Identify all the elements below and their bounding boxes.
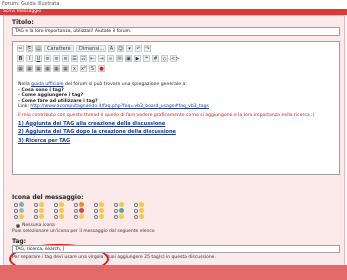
smiley-icon[interactable]: ☺ <box>117 44 124 52</box>
subscript-icon[interactable]: x <box>71 64 78 72</box>
insert-icon[interactable]: ▾ <box>126 44 133 52</box>
icon-option[interactable] <box>114 208 124 213</box>
no-icon-radio[interactable] <box>16 223 20 228</box>
code-icon[interactable]: ◇ <box>161 54 168 62</box>
icon-option[interactable] <box>54 208 64 213</box>
email-icon[interactable]: ✉ <box>116 54 123 62</box>
icon-option[interactable] <box>54 202 64 207</box>
superscript-icon[interactable]: x² <box>80 64 87 72</box>
table-col-icon[interactable]: ▦ <box>35 64 42 72</box>
breadcrumb[interactable]: Forum: Guida illustrata <box>0 0 347 9</box>
icon-option[interactable] <box>114 214 124 219</box>
icon-option[interactable] <box>54 214 64 219</box>
html-icon[interactable]: <> <box>170 54 179 62</box>
icon-option[interactable] <box>94 214 104 219</box>
guide-link[interactable]: guida ufficiale <box>31 82 63 87</box>
font-select[interactable]: Carattere <box>44 44 74 52</box>
icon-option[interactable] <box>14 208 24 213</box>
toolbar-row-1: ✂ ⎘ ▤ Carattere Dimensi... A ☺ ▾ ↶ ↷ <box>17 44 151 52</box>
undo-icon[interactable]: ↶ <box>135 44 142 52</box>
intro-text: Nella <box>18 82 32 87</box>
icon-option[interactable] <box>74 214 84 219</box>
strike-icon[interactable]: S <box>89 64 96 72</box>
cut-icon[interactable]: ✂ <box>17 44 24 52</box>
tags-input[interactable]: TAG, ricerca, search, [ <box>12 245 340 253</box>
icon-option[interactable] <box>34 214 44 219</box>
table-row-icon[interactable]: ▦ <box>26 64 33 72</box>
compose-panel: Titolo: TAG e la loro importanza, utiliz… <box>3 15 345 280</box>
align-left-icon[interactable]: ≡ <box>44 54 51 62</box>
icon-option[interactable] <box>134 202 144 207</box>
outdent-icon[interactable]: ⇤ <box>89 54 96 62</box>
icon-option[interactable] <box>14 214 24 219</box>
icon-option[interactable] <box>74 202 84 207</box>
icon-section-label: Icona del messaggio: <box>12 194 84 201</box>
icon-option[interactable] <box>94 208 104 213</box>
toolbar-row-3: ▦ ▦ ▦ ▦ ▦ ▦ x x² S ● <box>17 64 105 72</box>
icon-option[interactable] <box>134 214 144 219</box>
indent-icon[interactable]: ⇥ <box>98 54 105 62</box>
list-ordered-icon[interactable]: ☰ <box>71 54 78 62</box>
hash-icon[interactable]: # <box>152 54 159 62</box>
remove-format-icon[interactable]: ● <box>98 64 105 72</box>
no-icon-option[interactable]: Nessuna icona <box>16 223 55 228</box>
box-icon[interactable]: ▦ <box>62 64 69 72</box>
spoiler-icon[interactable]: ▦ <box>44 64 51 72</box>
paste-icon[interactable]: ▤ <box>35 44 42 52</box>
message-icon-grid <box>14 202 274 220</box>
title-label: Titolo: <box>12 19 34 26</box>
redo-icon[interactable]: ↷ <box>144 44 151 52</box>
align-center-icon[interactable]: ≡ <box>53 54 60 62</box>
icon-option[interactable] <box>74 208 84 213</box>
toolbar-row-2: B I U ≡ ≡ ≡ ☰ ☷ ⇤ ⇥ ∞ ✉ ▣ ▶ ❝ # ◇ <> <box>17 54 179 62</box>
icon-option[interactable] <box>94 202 104 207</box>
faq-link[interactable]: http://www.acomputagnando.it/faq.php?faq… <box>30 104 208 109</box>
align-right-icon[interactable]: ≡ <box>62 54 69 62</box>
editor-content[interactable]: Nella guida ufficiale del forum si può t… <box>18 82 336 144</box>
link-icon[interactable]: ∞ <box>107 54 114 62</box>
tags-label: Tag: <box>12 238 27 245</box>
link-label: Link: <box>18 104 31 110</box>
step-3-link[interactable]: 3) Ricerca per TAG <box>18 138 336 145</box>
message-editor[interactable]: ✂ ⎘ ▤ Carattere Dimensi... A ☺ ▾ ↶ ↷ B I… <box>12 41 340 175</box>
icon-hint: Puoi selezionare un'icona per il messagg… <box>12 229 155 234</box>
table-icon[interactable]: ▦ <box>17 64 24 72</box>
copy-icon[interactable]: ⎘ <box>26 44 33 52</box>
intro-text-2: del forum si può trovare una spiegazione… <box>63 82 187 87</box>
size-select[interactable]: Dimensi... <box>76 44 106 52</box>
quote-icon[interactable]: ❝ <box>143 54 150 62</box>
icon-option[interactable] <box>114 202 124 207</box>
contribution-text: Il mio contributo con questo thread è qu… <box>18 112 315 118</box>
hide-icon[interactable]: ▦ <box>53 64 60 72</box>
icon-option[interactable] <box>14 202 24 207</box>
title-input[interactable]: TAG e la loro importanza, utilizzali! Ai… <box>12 27 340 36</box>
tags-hint: Per separare i tag devi usare una virgol… <box>12 255 216 260</box>
icon-option[interactable] <box>34 208 44 213</box>
icon-option[interactable] <box>34 202 44 207</box>
video-icon[interactable]: ▶ <box>134 54 141 62</box>
underline-icon[interactable]: U <box>35 54 42 62</box>
bold-icon[interactable]: B <box>17 54 24 62</box>
list-bullet-icon[interactable]: ☷ <box>80 54 87 62</box>
text-color-icon[interactable]: A <box>108 44 115 52</box>
bottom-bar <box>0 265 347 280</box>
image-icon[interactable]: ▣ <box>125 54 132 62</box>
italic-icon[interactable]: I <box>26 54 33 62</box>
icon-option[interactable] <box>134 208 144 213</box>
no-icon-label: Nessuna icona <box>22 223 55 228</box>
